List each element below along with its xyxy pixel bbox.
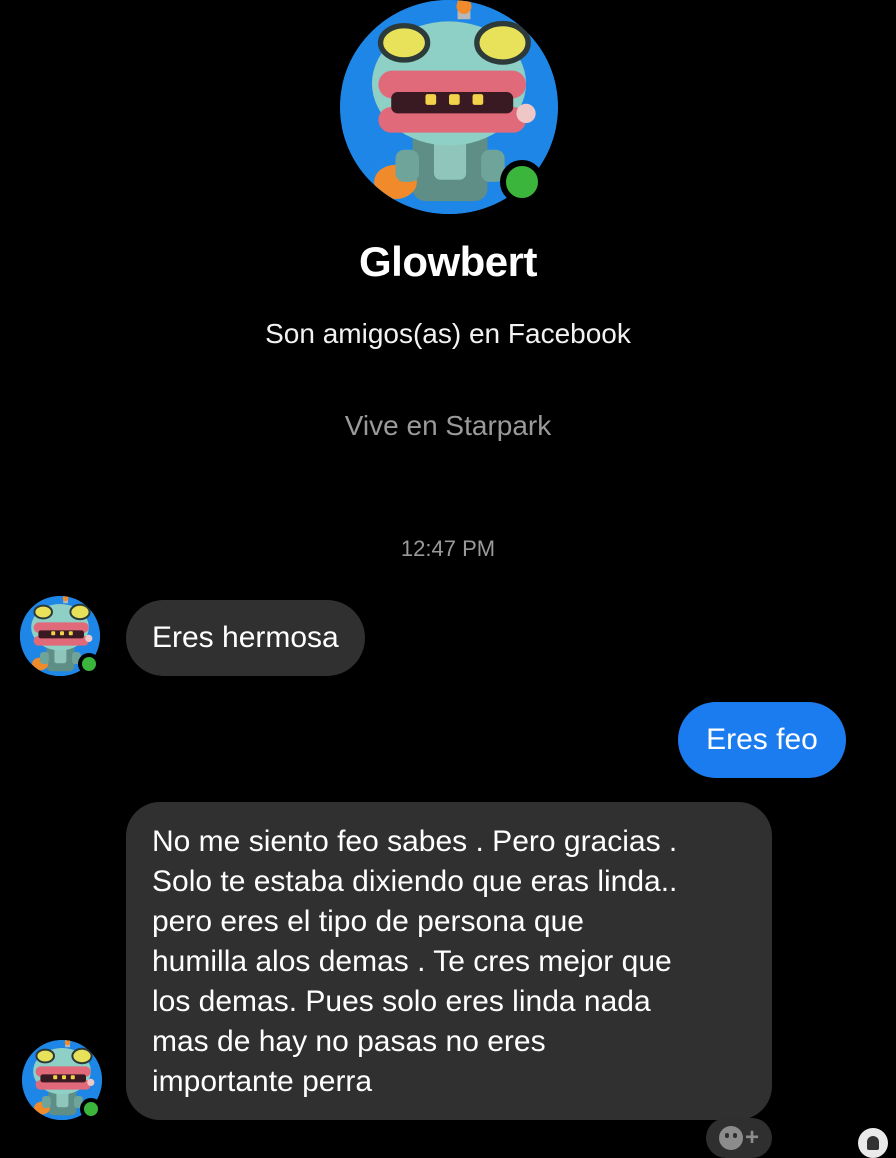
outgoing-message-bubble[interactable]: Eres feo xyxy=(678,702,846,778)
online-status-icon xyxy=(78,653,100,675)
contact-name[interactable]: Glowbert xyxy=(0,238,896,286)
contact-location: Vive en Starpark xyxy=(344,410,552,441)
message-timestamp: 12:47 PM xyxy=(400,536,496,561)
online-status-icon xyxy=(80,1098,102,1120)
emoji-face-icon xyxy=(718,1126,743,1150)
friend-status: Son amigos(as) en Facebook xyxy=(265,318,631,349)
add-reaction-button[interactable]: + xyxy=(706,1118,772,1158)
incoming-message-bubble[interactable]: Eres hermosa xyxy=(126,600,365,676)
plus-icon: + xyxy=(744,1124,759,1151)
online-status-icon xyxy=(500,160,544,204)
seen-by-avatar-icon xyxy=(858,1128,888,1158)
incoming-message-bubble[interactable]: No me siento feo sabes . Pero gracias . … xyxy=(126,802,772,1120)
